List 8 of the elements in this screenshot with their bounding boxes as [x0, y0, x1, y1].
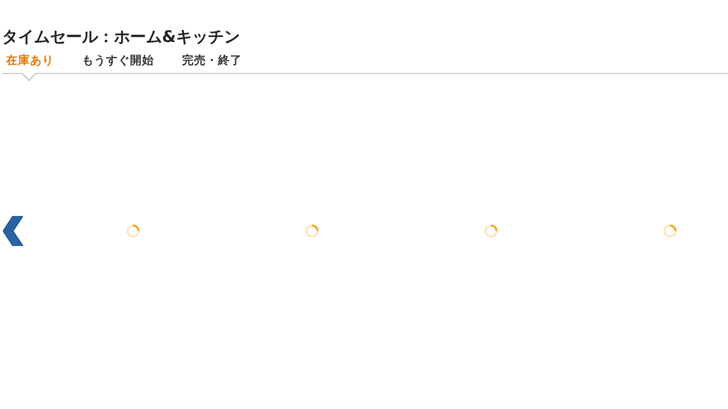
loading-spinner-icon [484, 224, 498, 238]
previous-arrow-icon[interactable] [3, 216, 23, 246]
section-title: タイムセール：ホーム&キッチン [1, 26, 241, 48]
tab[interactable]: 完売・終了 [182, 52, 242, 83]
loading-spinner-icon [126, 224, 140, 238]
loading-spinner-icon [663, 224, 677, 238]
tab[interactable]: もうすぐ開始 [82, 52, 154, 83]
loading-spinner-icon [305, 224, 319, 238]
